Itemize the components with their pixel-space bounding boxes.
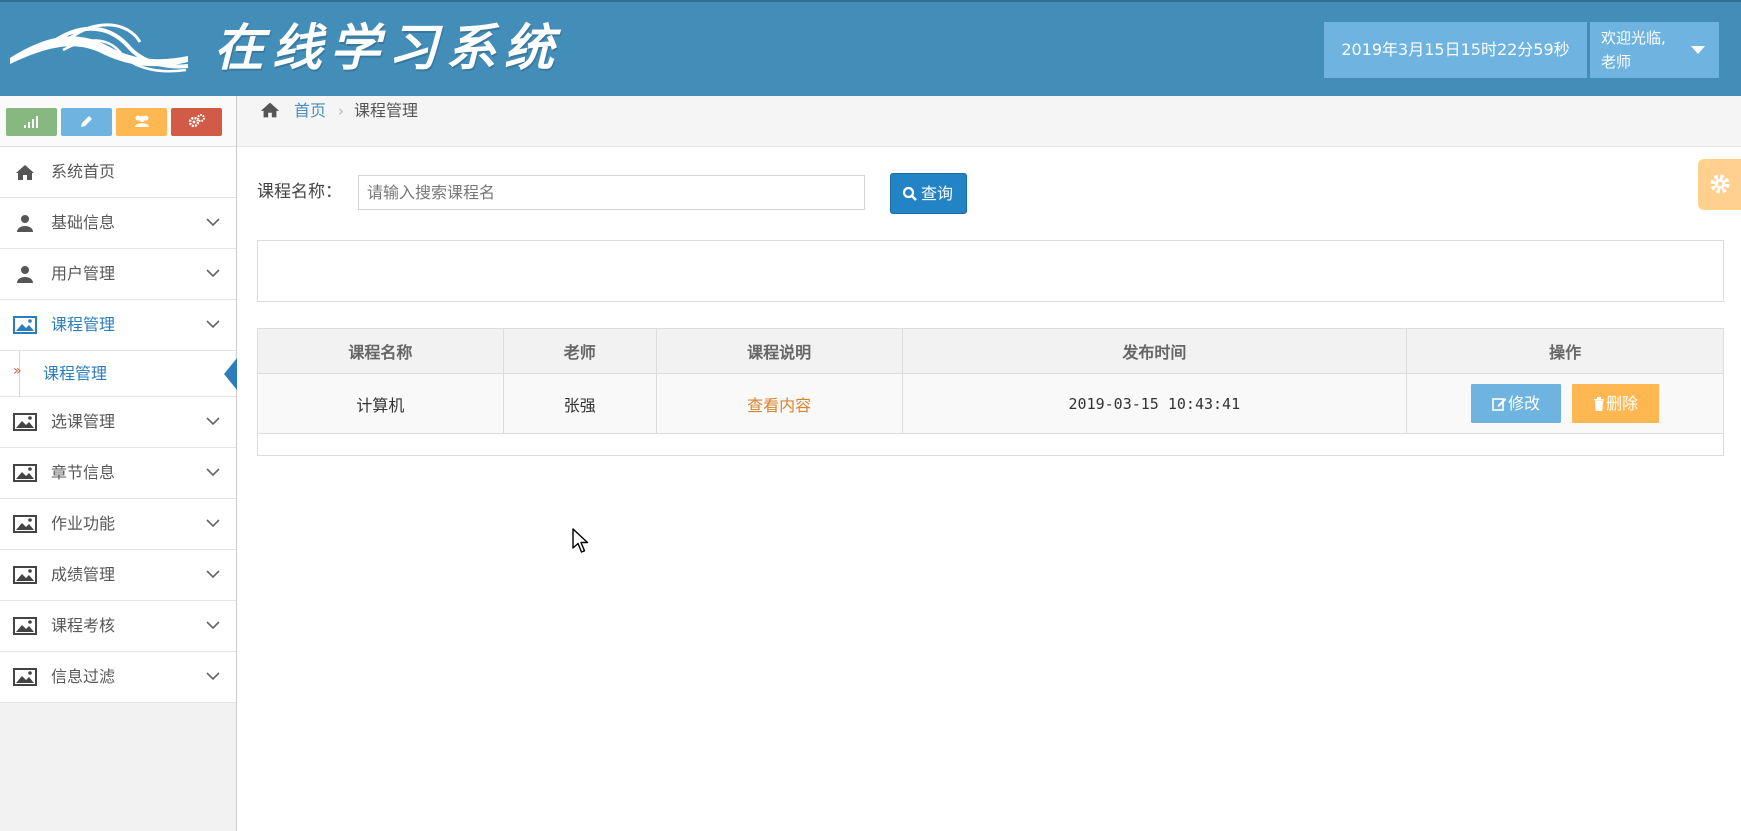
sidebar-item-course-management[interactable]: 课程管理 (0, 300, 236, 351)
sidebar-item-grades[interactable]: 成绩管理 (0, 550, 236, 601)
search-input[interactable] (358, 175, 865, 210)
course-name-cell: 计算机 (257, 373, 504, 434)
sidebar-item-label: 章节信息 (51, 463, 116, 482)
user-icon (17, 266, 33, 283)
sidebar-item-basic-info[interactable]: 基础信息 (0, 198, 236, 249)
shortcut-signal-button[interactable] (6, 108, 57, 136)
teacher-cell: 张强 (502, 373, 657, 434)
user-icon (17, 215, 33, 232)
picture-icon (13, 515, 37, 533)
table-header-row: 课程名称 老师 课程说明 发布时间 操作 (257, 328, 1724, 374)
picture-icon (13, 316, 37, 334)
column-header[interactable]: 老师 (502, 328, 657, 374)
shortcut-pencil-button[interactable] (61, 108, 112, 136)
course-table: 课程名称 老师 课程说明 发布时间 操作 计算机 张强 查看内容 2019-03… (257, 328, 1724, 456)
edit-button-label: 修改 (1508, 394, 1541, 413)
chevron-down-icon (206, 621, 220, 630)
settings-toggle-button[interactable] (1698, 159, 1741, 210)
sidebar-item-home[interactable]: 系统首页 (0, 147, 236, 198)
sidebar-nav: 系统首页 基础信息 用户管理 课程管理 » 课程管理 选课管理 章节信息 作业功… (0, 147, 237, 703)
sidebar-item-label: 用户管理 (51, 264, 116, 283)
group-icon (135, 115, 149, 127)
sidebar-item-homework[interactable]: 作业功能 (0, 499, 236, 550)
chevron-down-icon (206, 269, 220, 278)
signal-icon (24, 116, 38, 128)
shortcut-cogs-button[interactable] (171, 108, 222, 136)
sidebar-subitem-label: 课程管理 (43, 364, 108, 383)
user-menu[interactable]: 欢迎光临, 老师 (1590, 22, 1719, 78)
picture-icon (13, 566, 37, 584)
sidebar-item-label: 信息过滤 (51, 667, 116, 686)
table-footer-row (257, 433, 1724, 456)
publish-time-cell: 2019-03-15 10:43:41 (901, 373, 1408, 434)
trash-icon (1594, 397, 1605, 411)
breadcrumb-current: 课程管理 (354, 101, 419, 120)
top-header: 在线学习系统 2019年3月15日15时22分59秒 欢迎光临, 老师 (0, 0, 1741, 96)
chevron-down-icon (206, 417, 220, 426)
search-button[interactable]: 查询 (890, 173, 967, 214)
sidebar-item-course-selection[interactable]: 选课管理 (0, 397, 236, 448)
search-icon (902, 186, 917, 201)
sidebar-item-label: 课程管理 (51, 315, 116, 334)
picture-icon (13, 464, 37, 482)
column-header[interactable]: 发布时间 (901, 328, 1408, 374)
chevron-down-icon (206, 672, 220, 681)
table-row: 计算机 张强 查看内容 2019-03-15 10:43:41 修改 删除 (257, 373, 1724, 434)
toolbar-panel (257, 240, 1724, 302)
sidebar-item-user-management[interactable]: 用户管理 (0, 249, 236, 300)
sidebar-item-label: 基础信息 (51, 213, 116, 232)
mouse-pointer-icon (572, 528, 589, 553)
breadcrumb-home-link[interactable]: 首页 (294, 96, 326, 126)
sidebar-item-info-filter[interactable]: 信息过滤 (0, 652, 236, 703)
picture-icon (13, 617, 37, 635)
home-icon (16, 165, 34, 180)
sidebar-item-course-assessment[interactable]: 课程考核 (0, 601, 236, 652)
chevron-down-icon (206, 570, 220, 579)
sidebar-item-chapters[interactable]: 章节信息 (0, 448, 236, 499)
table-footer-cell (257, 433, 1724, 456)
chevron-down-icon (206, 519, 220, 528)
breadcrumb-separator-icon: › (338, 102, 344, 120)
home-icon (260, 102, 280, 118)
edit-icon (1492, 398, 1507, 411)
gear-icon (1710, 174, 1730, 194)
column-header[interactable]: 课程说明 (655, 328, 903, 374)
datetime-display: 2019年3月15日15时22分59秒 (1324, 22, 1587, 78)
chevron-down-icon (206, 468, 220, 477)
logo-icon (10, 23, 189, 73)
picture-icon (13, 668, 37, 686)
chevron-down-icon (206, 320, 220, 329)
delete-button[interactable]: 删除 (1572, 384, 1660, 423)
description-cell: 查看内容 (655, 373, 903, 434)
sidebar-shortcuts (0, 96, 236, 147)
sidebar-subitem-course-management[interactable]: » 课程管理 (0, 351, 237, 397)
active-indicator-icon (224, 358, 237, 390)
cogs-icon (188, 114, 205, 128)
search-label: 课程名称： (257, 182, 342, 202)
column-header: 操作 (1406, 328, 1724, 374)
sidebar-item-label: 成绩管理 (51, 565, 116, 584)
sidebar-item-label: 选课管理 (51, 412, 116, 431)
picture-icon (13, 413, 37, 431)
app-title: 在线学习系统 (214, 18, 562, 77)
column-header[interactable]: 课程名称 (257, 328, 504, 374)
sidebar-item-label: 课程考核 (51, 616, 116, 635)
caret-down-icon (1691, 46, 1705, 54)
edit-button[interactable]: 修改 (1471, 384, 1562, 423)
view-content-link[interactable]: 查看内容 (747, 396, 811, 415)
breadcrumb: 首页 › 课程管理 (237, 96, 1741, 147)
sidebar-item-label: 作业功能 (51, 514, 116, 533)
actions-cell: 修改 删除 (1406, 373, 1724, 434)
sidebar: 系统首页 基础信息 用户管理 课程管理 » 课程管理 选课管理 章节信息 作业功… (0, 96, 237, 831)
chevron-down-icon (206, 218, 220, 227)
delete-button-label: 删除 (1606, 394, 1639, 413)
search-button-label: 查询 (921, 184, 954, 203)
sidebar-item-label: 系统首页 (51, 162, 116, 181)
shortcut-group-button[interactable] (116, 108, 167, 136)
pencil-icon (81, 116, 92, 127)
double-angle-right-icon: » (13, 363, 22, 379)
